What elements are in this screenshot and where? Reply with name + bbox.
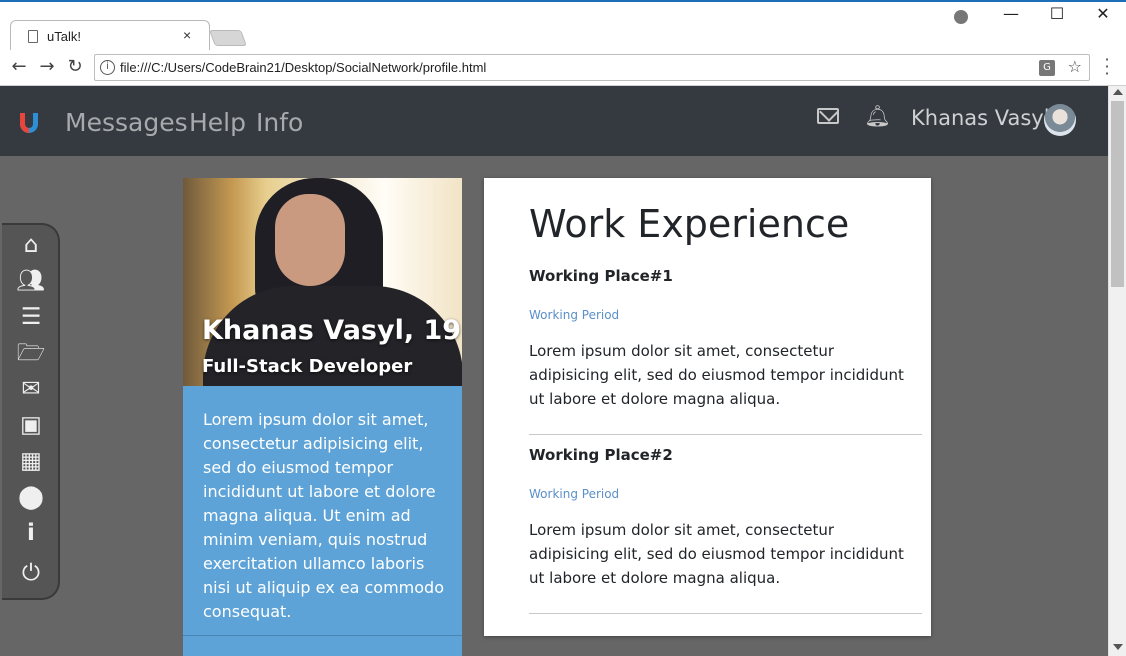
user-avatar[interactable] (1044, 104, 1076, 136)
users-icon[interactable]: 👥︎ (16, 267, 46, 295)
side-menu: ⌂ 👥︎ ☰ 🗁︎ ✉ ▣ ▦ ⬤ i ⏻ (2, 223, 60, 600)
profile-photo: Khanas Vasyl, 19 Full-Stack Developer (183, 178, 462, 386)
profile-card: Khanas Vasyl, 19 Full-Stack Developer Lo… (183, 178, 462, 656)
nav-link-help[interactable]: Help (189, 108, 246, 137)
browser-window: uTalk! × — ☐ ✕ ← → ↻ i file:///C:/Users/… (0, 0, 1126, 656)
reload-button[interactable]: ↻ (63, 56, 87, 80)
map-marker-icon[interactable]: ⬤ (16, 483, 46, 511)
camera-icon[interactable]: ▣ (16, 411, 46, 439)
divider (529, 613, 922, 614)
profile-name: Khanas Vasyl, 19 (202, 315, 462, 346)
page-viewport: Messages Help Info 🔔︎ Khanas Vasyl ⌂ 👥︎ … (0, 86, 1108, 656)
scroll-down-arrow-icon[interactable] (1113, 644, 1123, 650)
bookmark-star-icon[interactable]: ☆ (1068, 57, 1082, 76)
profile-bio: Lorem ipsum dolor sit amet, consectetur … (203, 410, 444, 621)
work-experience-card: Work Experience Working Place#1 Working … (484, 178, 931, 636)
mail-icon[interactable] (817, 108, 839, 124)
site-info-icon[interactable]: i (100, 60, 115, 75)
job-period: Working Period (529, 487, 620, 501)
close-window-button[interactable]: ✕ (1080, 4, 1126, 32)
address-bar[interactable]: i file:///C:/Users/CodeBrain21/Desktop/S… (94, 54, 1090, 81)
job-place: Working Place#1 (529, 267, 673, 285)
power-icon[interactable]: ⏻ (16, 559, 46, 587)
forward-button[interactable]: → (35, 56, 59, 80)
info-icon[interactable]: i (16, 519, 46, 547)
job-description: Lorem ipsum dolor sit amet, consectetur … (529, 342, 904, 408)
minimize-button[interactable]: — (988, 4, 1034, 32)
tab-close-button[interactable]: × (183, 27, 191, 43)
divider (183, 635, 462, 636)
folder-open-icon[interactable]: 🗁︎ (16, 339, 46, 367)
tab-title: uTalk! (47, 29, 81, 44)
divider (529, 434, 922, 435)
scroll-up-arrow-icon[interactable] (1113, 89, 1123, 95)
envelope-icon[interactable]: ✉ (16, 375, 46, 403)
site-navbar: Messages Help Info 🔔︎ Khanas Vasyl (0, 86, 1108, 156)
title-bar: uTalk! × — ☐ ✕ (0, 0, 1126, 52)
bell-icon[interactable]: 🔔︎ (864, 104, 891, 129)
job-place: Working Place#2 (529, 446, 673, 464)
page-scrollbar[interactable] (1108, 86, 1126, 656)
navbar-user-name[interactable]: Khanas Vasyl (911, 106, 1050, 130)
browser-tab[interactable]: uTalk! × (10, 20, 210, 52)
nav-link-info[interactable]: Info (256, 108, 303, 137)
account-icon[interactable] (954, 10, 968, 24)
nav-link-messages[interactable]: Messages (65, 108, 188, 137)
scroll-thumb[interactable] (1111, 101, 1124, 287)
back-button[interactable]: ← (7, 56, 31, 80)
window-controls: — ☐ ✕ (988, 4, 1126, 32)
job-period: Working Period (529, 308, 620, 322)
browser-toolbar: ← → ↻ i file:///C:/Users/CodeBrain21/Des… (0, 50, 1126, 86)
maximize-button[interactable]: ☐ (1034, 4, 1080, 32)
profile-role: Full-Stack Developer (202, 356, 413, 377)
translate-icon[interactable]: G (1039, 60, 1055, 76)
browser-menu-icon[interactable]: · · · (1100, 52, 1114, 82)
job-item: Working Place#2 Working Period Lorem ips… (529, 446, 909, 590)
url-text[interactable]: file:///C:/Users/CodeBrain21/Desktop/Soc… (120, 60, 486, 75)
job-item: Working Place#1 Working Period Lorem ips… (529, 267, 909, 411)
table-icon[interactable]: ▦ (16, 447, 46, 475)
home-icon[interactable]: ⌂ (16, 231, 46, 259)
job-description: Lorem ipsum dolor sit amet, consectetur … (529, 521, 904, 587)
work-experience-title: Work Experience (529, 202, 850, 246)
utalk-logo-icon[interactable] (17, 111, 41, 135)
new-tab-button[interactable] (209, 30, 247, 46)
list-icon[interactable]: ☰ (16, 303, 46, 331)
page-icon (28, 30, 38, 43)
